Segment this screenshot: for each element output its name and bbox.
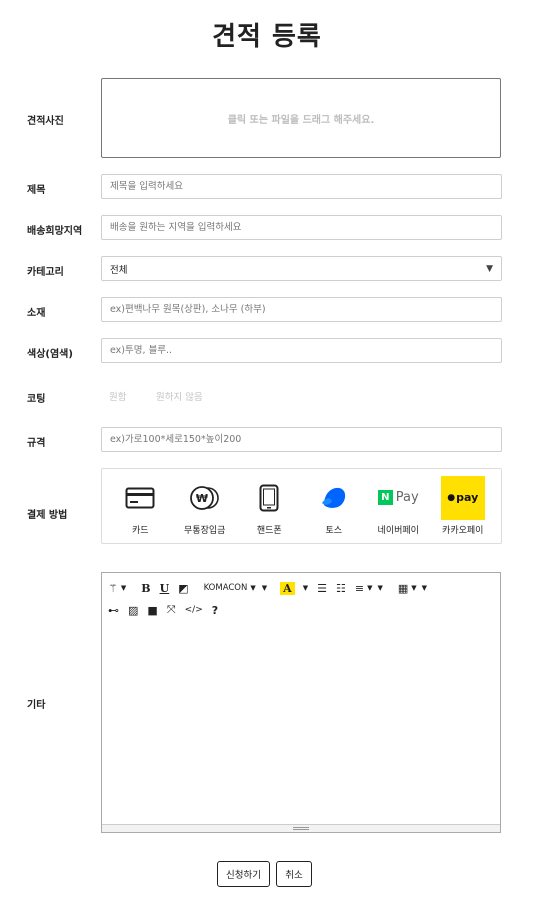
spec-input[interactable] bbox=[101, 427, 502, 452]
submit-button[interactable]: 신청하기 bbox=[217, 861, 270, 887]
font-family-dropdown[interactable]: KOMACON ▼ ▼ bbox=[204, 583, 268, 593]
material-label: 소재 bbox=[27, 308, 46, 319]
rich-text-editor: ⚚ ▼ B U ◩ KOMACON ▼ ▼ A ▼ ☰ ☷ ≡ ▼ ▼ ▦ ▼ ▼ ⊷ ▨ ■ … bbox=[101, 572, 501, 833]
payment-bank-transfer-label: 무통장입금 bbox=[184, 525, 226, 536]
font-color-button[interactable]: A ▼ bbox=[280, 581, 308, 595]
naver-pay-icon: N Pay bbox=[377, 477, 419, 519]
payment-mobile-label: 핸드폰 bbox=[256, 525, 282, 536]
material-input[interactable] bbox=[101, 297, 502, 322]
image-icon: ▨ bbox=[128, 603, 139, 617]
photo-upload-hint: 클릭 또는 파일을 드래그 해주세요. bbox=[227, 114, 375, 126]
bold-button[interactable]: B bbox=[141, 582, 150, 595]
credit-card-icon bbox=[125, 477, 155, 519]
editor-toolbar: ⚚ ▼ B U ◩ KOMACON ▼ ▼ A ▼ ☰ ☷ ≡ ▼ ▼ ▦ ▼ ▼ ⊷ ▨ ■ … bbox=[102, 573, 500, 623]
category-select[interactable]: 전체 ▼ bbox=[101, 256, 502, 281]
editor-resize-handle[interactable] bbox=[102, 824, 500, 832]
svg-text:₩: ₩ bbox=[196, 492, 208, 505]
payment-kakao-pay[interactable]: ● pay 카카오페이 bbox=[433, 475, 493, 536]
category-selected-value: 전체 bbox=[110, 264, 128, 276]
paragraph-align-dropdown[interactable]: ≡ ▼ ▼ bbox=[355, 582, 383, 595]
photo-label: 견적사진 bbox=[27, 116, 64, 127]
kakao-pay-icon: ● pay bbox=[440, 475, 485, 520]
video-button[interactable]: ■ bbox=[147, 604, 157, 617]
payment-card[interactable]: 카드 bbox=[110, 477, 170, 536]
table-dropdown[interactable]: ▦ ▼ ▼ bbox=[398, 582, 427, 595]
video-icon: ■ bbox=[147, 603, 158, 617]
numbered-list-icon: ☷ bbox=[335, 581, 346, 595]
payment-methods: 카드 ₩ 무통장입금 핸드폰 토스 N Pay 네이버페이 ● pay 카카오페이 bbox=[101, 468, 502, 544]
bullet-list-icon: ☰ bbox=[317, 581, 327, 595]
underline-button[interactable]: U bbox=[160, 582, 170, 595]
fullscreen-icon: ⤧ bbox=[166, 603, 176, 616]
photo-upload-dropzone[interactable]: 클릭 또는 파일을 드래그 해주세요. bbox=[101, 78, 501, 158]
coating-option-yes[interactable]: 원함 bbox=[109, 389, 126, 403]
coating-option-no[interactable]: 원하지 않음 bbox=[156, 389, 203, 403]
payment-naver-pay-label: 네이버페이 bbox=[377, 525, 419, 536]
toss-icon bbox=[320, 477, 348, 519]
payment-naver-pay[interactable]: N Pay 네이버페이 bbox=[368, 477, 428, 536]
eraser-button[interactable]: ◩ bbox=[178, 582, 188, 595]
eraser-icon: ◩ bbox=[178, 581, 189, 595]
caret-down-icon: ▼ bbox=[486, 263, 493, 274]
font-color-icon: A bbox=[280, 581, 295, 595]
magic-wand-style-dropdown[interactable]: ⚚ ▼ bbox=[108, 582, 126, 595]
editor-content-area[interactable] bbox=[102, 623, 500, 824]
font-family-value: KOMACON bbox=[203, 583, 248, 593]
align-icon: ≡ bbox=[354, 581, 365, 595]
region-input[interactable] bbox=[101, 215, 502, 240]
payment-mobile[interactable]: 핸드폰 bbox=[239, 477, 299, 536]
magic-wand-icon: ⚚ bbox=[108, 581, 118, 595]
payment-bank-transfer[interactable]: ₩ 무통장입금 bbox=[175, 477, 235, 536]
etc-label: 기타 bbox=[27, 700, 46, 711]
payment-kakao-pay-label: 카카오페이 bbox=[442, 525, 484, 536]
title-input[interactable] bbox=[101, 174, 502, 199]
mobile-phone-icon bbox=[259, 477, 279, 519]
help-button[interactable]: ? bbox=[212, 604, 218, 617]
payment-card-label: 카드 bbox=[131, 525, 149, 536]
cancel-button[interactable]: 취소 bbox=[276, 861, 312, 887]
spec-label: 규격 bbox=[27, 438, 46, 449]
naver-pay-text: Pay bbox=[395, 490, 419, 505]
payment-label: 결제 방법 bbox=[27, 510, 68, 521]
won-coin-icon: ₩ bbox=[188, 477, 222, 519]
resize-grip-icon bbox=[293, 827, 309, 830]
region-label: 배송희망지역 bbox=[27, 226, 83, 237]
code-view-button[interactable]: </> bbox=[185, 605, 203, 615]
naver-n-badge: N bbox=[377, 490, 393, 505]
kakao-pay-text: pay bbox=[456, 491, 479, 504]
coating-label: 코팅 bbox=[27, 394, 46, 405]
payment-toss-label: 토스 bbox=[325, 525, 343, 536]
color-input[interactable] bbox=[101, 338, 502, 363]
table-icon: ▦ bbox=[397, 581, 409, 595]
ordered-list-button[interactable]: ☷ bbox=[336, 582, 346, 595]
picture-button[interactable]: ▨ bbox=[128, 604, 138, 617]
title-label: 제목 bbox=[27, 185, 46, 196]
color-label: 색상(염색) bbox=[27, 349, 73, 360]
fullscreen-button[interactable]: ⤧ bbox=[167, 603, 176, 617]
payment-toss[interactable]: 토스 bbox=[304, 477, 364, 536]
link-button[interactable]: ⊷ bbox=[108, 604, 119, 617]
code-icon: </> bbox=[184, 605, 203, 615]
page-title: 견적 등록 bbox=[212, 22, 322, 52]
link-icon: ⊷ bbox=[108, 603, 119, 617]
unordered-list-button[interactable]: ☰ bbox=[317, 582, 327, 595]
category-label: 카테고리 bbox=[27, 267, 64, 278]
